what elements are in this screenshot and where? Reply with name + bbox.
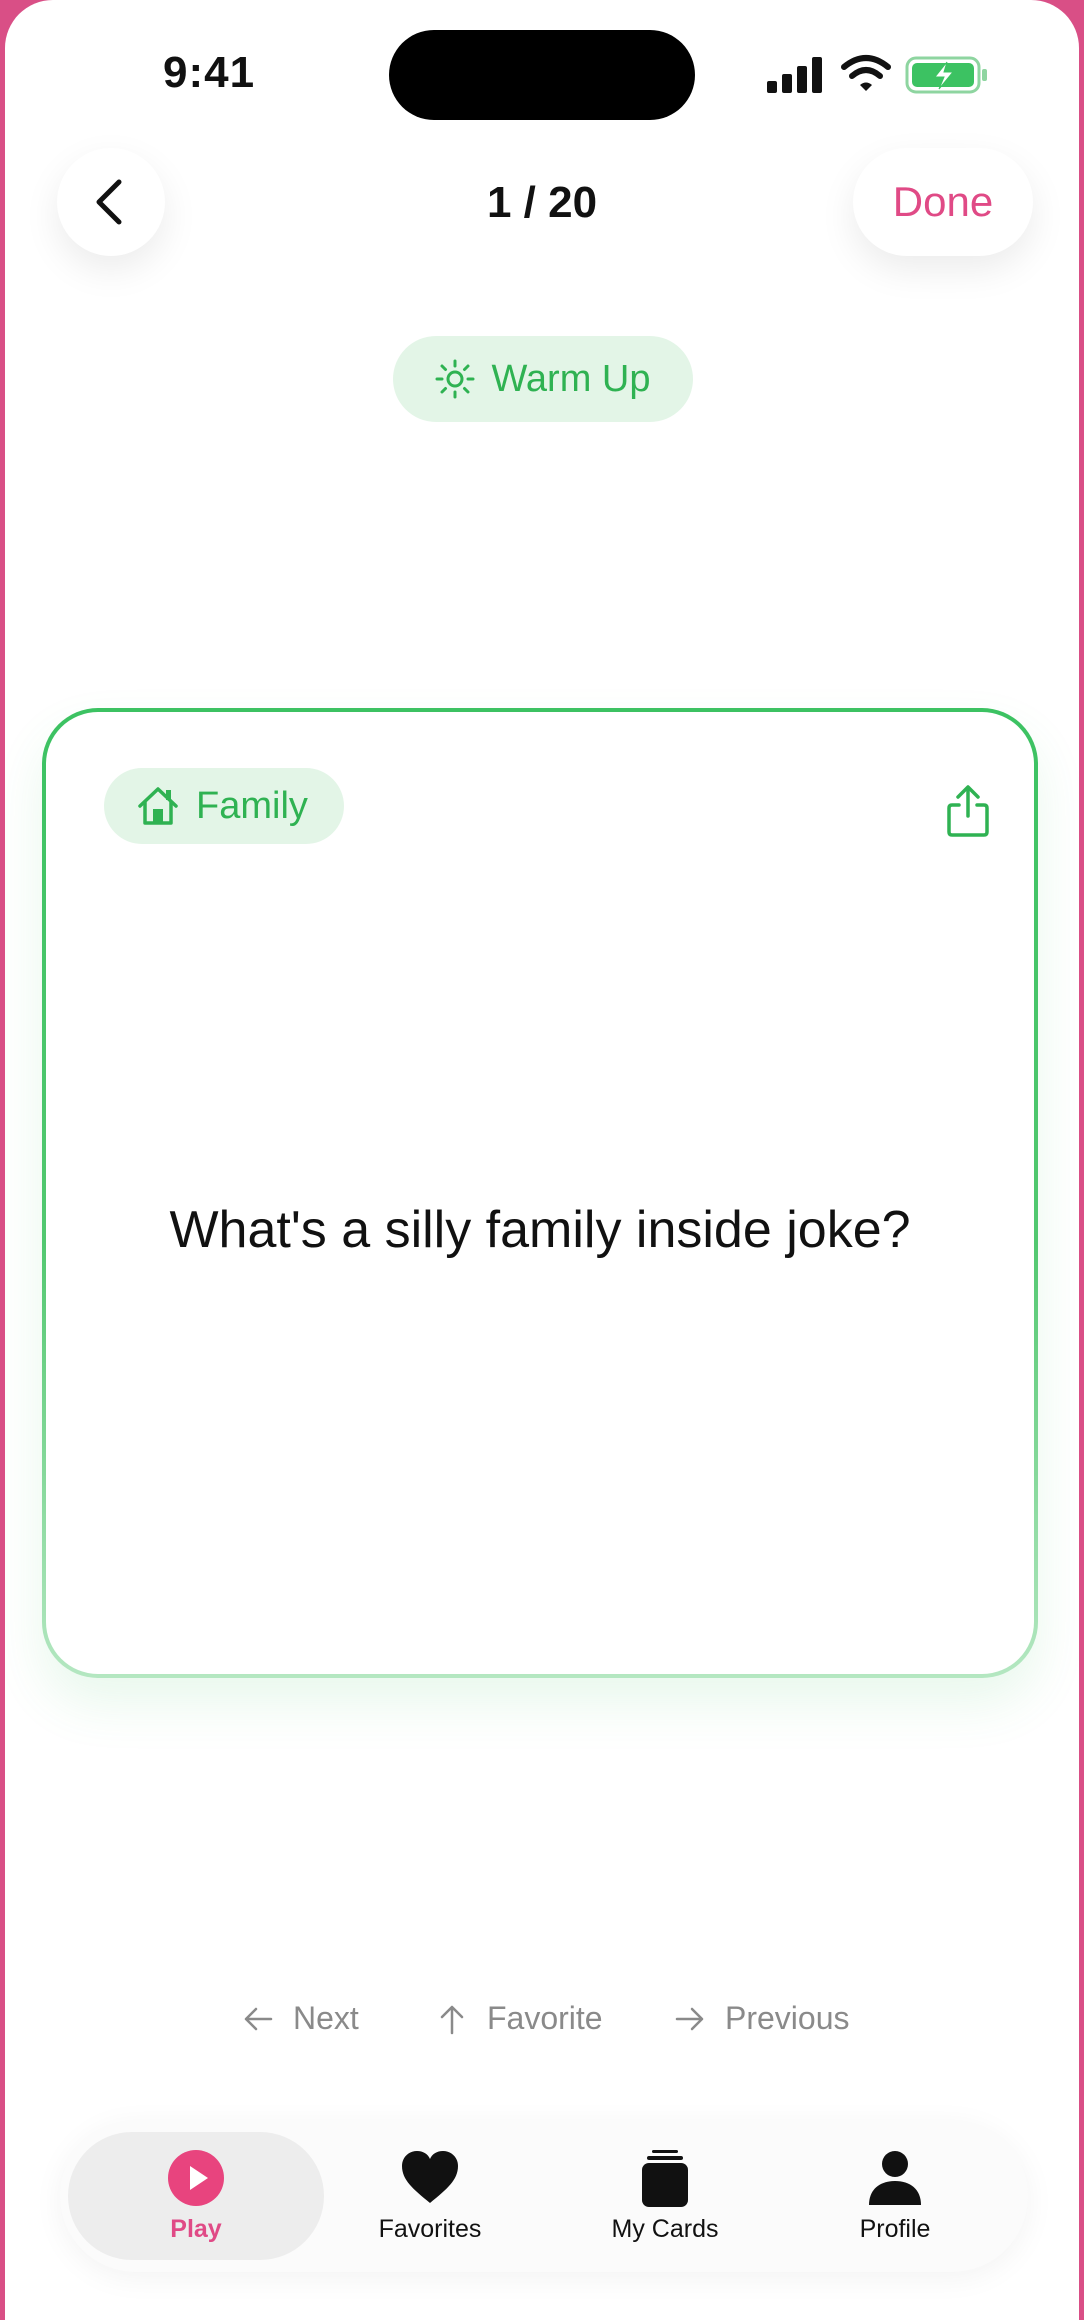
house-icon <box>138 787 178 825</box>
battery-charging-icon <box>905 56 987 94</box>
hint-previous: Previous <box>673 2000 850 2037</box>
wifi-icon <box>841 55 891 91</box>
arrow-up-icon <box>440 2005 464 2034</box>
tab-favorites[interactable]: Favorites <box>370 2120 490 2272</box>
hint-favorite: Favorite <box>435 2000 603 2037</box>
category-pill-label: Warm Up <box>491 357 651 400</box>
arrow-right-icon <box>675 2007 704 2030</box>
category-pill[interactable]: Warm Up <box>393 336 693 422</box>
tab-bar: Play Favorites My Cards Profile <box>60 2120 1028 2272</box>
sun-icon <box>435 359 475 399</box>
tab-profile-label: Profile <box>859 2214 931 2243</box>
hint-next: Next <box>241 2000 359 2037</box>
gesture-hints: Next Favorite Previous <box>5 2000 1079 2050</box>
tab-profile[interactable]: Profile <box>840 2120 950 2272</box>
arrow-left-icon <box>244 2007 273 2030</box>
person-icon <box>869 2150 921 2205</box>
card-category-tag: Family <box>104 768 344 844</box>
done-button[interactable]: Done <box>853 148 1033 256</box>
tab-my-cards[interactable]: My Cards <box>595 2120 735 2272</box>
play-icon <box>168 2149 224 2206</box>
hint-previous-label: Previous <box>725 2000 850 2036</box>
heart-icon <box>402 2150 458 2203</box>
tab-favorites-label: Favorites <box>378 2214 482 2243</box>
question-text: What's a silly family inside joke? <box>169 1201 911 1259</box>
share-icon[interactable] <box>944 784 992 838</box>
dynamic-island <box>389 30 695 120</box>
hint-favorite-label: Favorite <box>487 2000 603 2036</box>
tab-play-label: Play <box>170 2214 222 2243</box>
app-screen: 9:41 1 / 20 Done Warm Up Family What's a… <box>5 0 1079 2320</box>
cellular-signal-icon <box>767 57 822 93</box>
tab-play[interactable]: Play <box>68 2132 324 2260</box>
cards-icon <box>642 2149 688 2207</box>
question-card[interactable]: Family What's a silly family inside joke… <box>42 708 1038 1678</box>
hint-next-label: Next <box>293 2000 359 2036</box>
card-category-label: Family <box>196 784 308 827</box>
status-time: 9:41 <box>163 48 256 97</box>
tab-my-cards-label: My Cards <box>611 2214 719 2243</box>
